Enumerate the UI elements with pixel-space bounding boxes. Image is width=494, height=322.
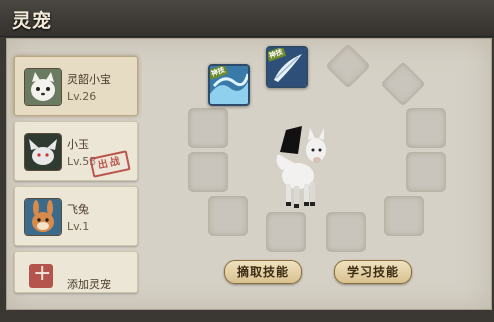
add-pet-card[interactable]: + 添加灵宠 (14, 251, 138, 293)
extract-skill-button[interactable]: 摘取技能 (224, 260, 302, 284)
skill-slot-empty[interactable] (208, 196, 248, 236)
skill-slot-empty[interactable] (188, 152, 228, 192)
pet-card-in-battle[interactable]: 小玉 Lv.53 出战 (14, 121, 138, 181)
skill-slot-empty[interactable] (406, 152, 446, 192)
skill-slot-empty[interactable] (188, 108, 228, 148)
bottom-border (0, 310, 494, 322)
feather-wind-skill-icon[interactable]: 神技 (266, 46, 308, 88)
skill-slot-empty[interactable] (326, 212, 366, 252)
learn-skill-button[interactable]: 学习技能 (334, 260, 412, 284)
skill-slot-empty[interactable] (266, 212, 306, 252)
pet-name: 飞兔 (67, 203, 89, 216)
window-title: 灵宠 (12, 10, 53, 32)
pet-model (268, 124, 340, 210)
pet-level: Lv.26 (67, 90, 97, 103)
skill-slot-empty[interactable] (384, 196, 424, 236)
pet-level: Lv.1 (67, 220, 90, 233)
pet-name: 灵韶小宝 (67, 73, 111, 86)
rabbit-avatar-icon (24, 198, 62, 236)
plus-icon: + (29, 261, 53, 288)
add-pet-label: 添加灵宠 (67, 278, 111, 291)
white-fox-avatar-icon (24, 68, 62, 106)
water-wave-skill-icon[interactable]: 神技 (208, 64, 250, 106)
skill-slot-empty[interactable] (406, 108, 446, 148)
title-bar: 灵宠 (0, 0, 494, 37)
pet-card[interactable]: 飞兔 Lv.1 (14, 186, 138, 246)
pet-card-selected[interactable]: 灵韶小宝 Lv.26 (14, 56, 138, 116)
pet-name: 小玉 (67, 138, 89, 151)
white-fox-spirit-avatar-icon (24, 133, 62, 171)
